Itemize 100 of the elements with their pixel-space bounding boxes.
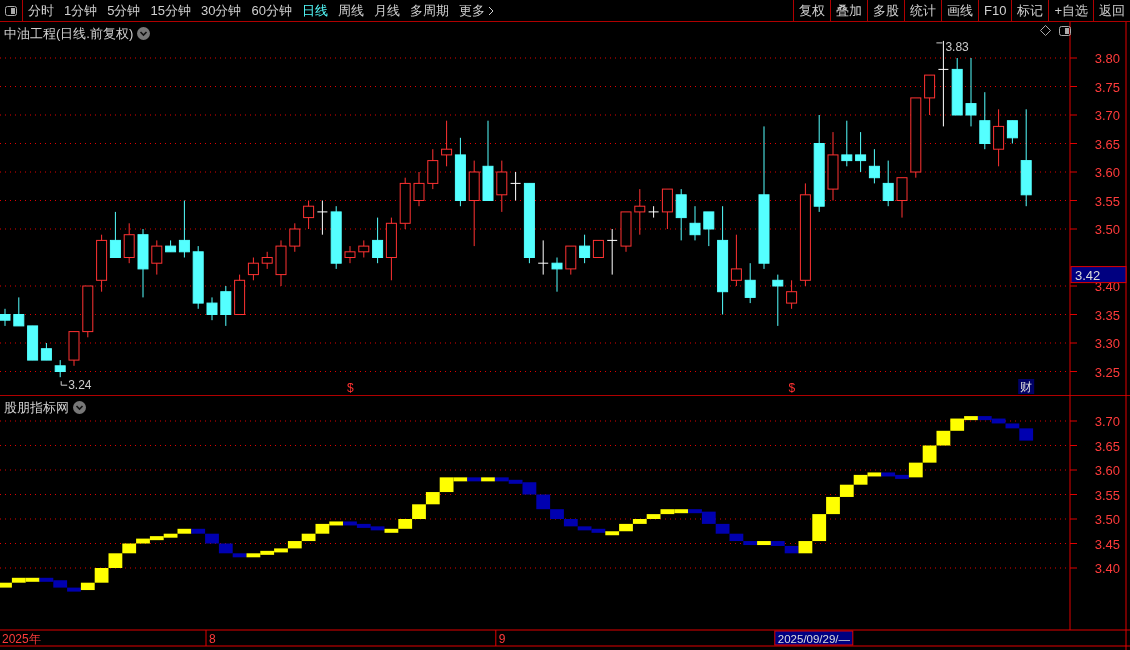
candlestick	[192, 245, 204, 310]
candlestick	[413, 171, 425, 207]
candlestick	[289, 222, 301, 253]
toolbar-button[interactable]: 标记	[1011, 0, 1049, 21]
candlestick	[620, 211, 632, 253]
candlestick	[979, 91, 991, 150]
candlestick	[358, 239, 370, 258]
candlestick	[303, 200, 315, 230]
candlestick	[675, 188, 687, 241]
chevron-down-icon[interactable]	[73, 401, 86, 415]
toolbar-button[interactable]: +自选	[1048, 0, 1093, 21]
indicator-bar	[301, 533, 316, 542]
chevron-down-icon[interactable]	[137, 27, 151, 41]
candlestick	[496, 160, 508, 213]
price-axis-label: 3.35	[1094, 307, 1120, 323]
toolbar-button[interactable]: 统计	[904, 0, 941, 21]
candlestick	[385, 217, 397, 281]
candlestick	[868, 148, 880, 184]
price-axis-label: 3.75	[1094, 79, 1120, 95]
indicator-axis-label: 3.70	[1094, 414, 1120, 429]
price-axis-label: 3.60	[1094, 165, 1120, 180]
candlestick	[551, 257, 563, 293]
candlestick	[344, 245, 356, 264]
time-axis-label: 8	[209, 632, 216, 646]
toolbar-button[interactable]: 叠加	[830, 0, 867, 21]
candlestick	[330, 205, 342, 270]
indicator-bar	[425, 492, 440, 505]
candlestick	[744, 262, 756, 304]
period-tab[interactable]: 日线	[301, 0, 328, 21]
event-marker[interactable]: $	[347, 381, 354, 395]
period-tab[interactable]: 月线	[373, 0, 400, 21]
candlestick	[13, 296, 25, 327]
candlestick	[841, 120, 853, 167]
candlestick	[399, 177, 411, 230]
candlestick	[896, 177, 908, 219]
price-axis-label: 3.30	[1094, 336, 1120, 351]
date-cursor-label: 2025/09/29/—	[774, 630, 854, 646]
period-tab[interactable]: 5分钟	[107, 0, 141, 21]
chart-title: 股朋指标网	[4, 399, 69, 417]
price-axis-label: 3.80	[1094, 51, 1120, 66]
indicator-bar	[715, 523, 730, 534]
price-axis-label: 3.25	[1094, 364, 1120, 380]
period-tab[interactable]: 更多	[458, 0, 494, 21]
candlestick	[316, 200, 328, 236]
finance-marker[interactable]: 财	[1018, 379, 1035, 394]
price-axis-label: 3.70	[1094, 108, 1120, 123]
indicator-bar	[936, 430, 951, 446]
toolbar-button[interactable]: F10	[978, 0, 1012, 21]
toolbar-button[interactable]: 复权	[793, 0, 830, 21]
candlestick	[68, 331, 80, 367]
indicator-bar	[922, 445, 937, 463]
candlestick	[772, 274, 784, 327]
candlestick	[96, 234, 108, 293]
chevron-right-icon	[487, 5, 494, 16]
candlestick	[151, 239, 163, 276]
candlestick	[703, 211, 715, 247]
period-tab[interactable]: 分时	[28, 0, 54, 21]
time-axis-label: 9	[498, 632, 506, 646]
indicator-axis-label: 3.65	[1094, 438, 1120, 454]
panel-toggle-icon[interactable]	[1059, 25, 1071, 36]
time-axis-label: 2025年	[2, 632, 41, 646]
candlestick	[109, 211, 121, 258]
period-tab[interactable]: 多周期	[409, 0, 449, 21]
price-axis-label: 3.50	[1094, 222, 1120, 237]
candlestick	[606, 228, 618, 276]
current-price-badge: 3.42	[1070, 266, 1127, 284]
candlestick	[261, 251, 273, 270]
toolbar-button[interactable]: 多股	[867, 0, 904, 21]
price-axis-label: 3.55	[1094, 193, 1120, 209]
candlestick	[54, 359, 66, 378]
indicator-axis-label: 3.60	[1094, 463, 1120, 478]
candlestick	[372, 217, 384, 264]
candlestick	[82, 285, 94, 338]
chart-title: 中油工程(日线.前复权)	[4, 25, 134, 43]
candlestick	[123, 222, 135, 264]
indicator-axis-label: 3.55	[1094, 487, 1120, 503]
candlestick	[827, 131, 839, 201]
candlestick	[0, 308, 11, 327]
candlestick	[965, 57, 977, 127]
period-tab[interactable]: 1分钟	[64, 0, 98, 21]
candlestick	[882, 160, 894, 207]
candlestick	[137, 228, 149, 298]
diamond-icon[interactable]	[1040, 25, 1051, 36]
indicator-axis-label: 3.50	[1094, 512, 1120, 527]
candlestick	[855, 131, 867, 173]
candlestick	[689, 205, 701, 241]
indicator-axis-label: 3.45	[1094, 536, 1120, 552]
toolbar-button[interactable]: 返回	[1093, 0, 1130, 21]
period-tab[interactable]: 60分钟	[251, 0, 292, 21]
candlestick	[951, 57, 963, 116]
candlestick	[565, 245, 577, 276]
candlestick	[220, 285, 232, 327]
candlestick	[634, 188, 646, 236]
period-tab[interactable]: 周线	[337, 0, 364, 21]
event-marker[interactable]: $	[788, 381, 796, 395]
period-tab[interactable]: 30分钟	[200, 0, 242, 21]
toolbar-button[interactable]: 画线	[941, 0, 978, 21]
indicator-axis-label: 3.40	[1094, 561, 1120, 576]
period-tab[interactable]: 15分钟	[150, 0, 191, 21]
candlestick	[275, 239, 287, 287]
